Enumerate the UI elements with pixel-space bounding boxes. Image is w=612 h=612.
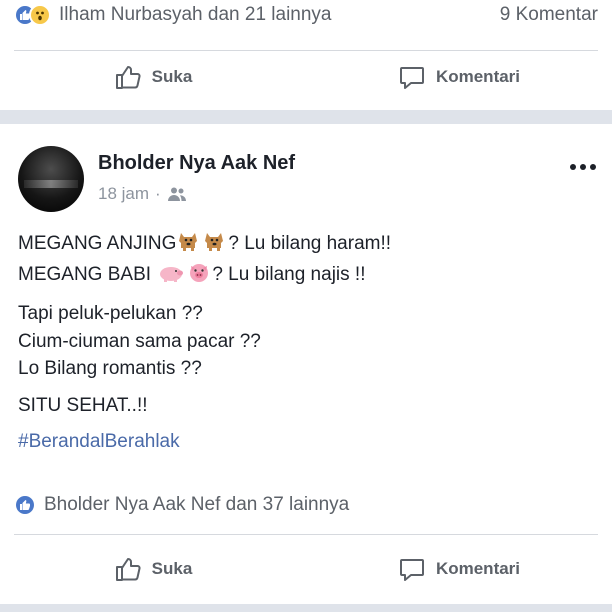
post-text: ? Lu bilang haram!! (228, 233, 392, 254)
comment-button[interactable]: Komentari (306, 52, 612, 102)
post-card-previous: Ilham Nurbasyah dan 21 lainnya 9 Komenta… (0, 0, 612, 110)
comment-count[interactable]: 9 Komentar (500, 4, 598, 26)
hashtag-link[interactable]: #BerandalBerahlak (18, 428, 594, 456)
action-row: Suka Komentari (0, 52, 612, 102)
like-button[interactable]: Suka (0, 52, 306, 102)
divider (14, 534, 598, 535)
friends-icon (167, 187, 186, 201)
post-timestamp[interactable]: 18 jam (98, 184, 149, 204)
comment-bubble-icon (399, 67, 424, 89)
post-line: Cium-ciuman sama pacar ?? (18, 330, 261, 352)
like-button-label: Suka (151, 67, 193, 86)
post-text: MEGANG ANJING (18, 233, 177, 254)
post-text: ? Lu bilang najis !! (212, 263, 366, 285)
reaction-icons[interactable] (14, 4, 51, 26)
action-row: Suka Komentari (0, 544, 612, 594)
comment-button[interactable]: Komentari (306, 544, 612, 594)
post-body: MEGANG ANJING ? Lu bilang haram!! MEGANG … (18, 230, 594, 456)
post-meta: 18 jam · (98, 184, 187, 204)
post-line: MEGANG BABI ? Lu bilang najis !! (18, 261, 594, 292)
meta-separator: · (155, 184, 161, 203)
post-text: MEGANG BABI (18, 263, 152, 285)
divider (14, 50, 598, 51)
post-line: SITU SEHAT..!! (18, 394, 148, 416)
more-options-icon[interactable] (570, 164, 596, 170)
pig-emoji (187, 261, 211, 292)
wow-reaction-icon (29, 4, 51, 26)
post-card: Bholder Nya Aak Nef 18 jam · MEGANG ANJI… (0, 124, 612, 604)
dog-emoji (203, 230, 227, 261)
author-name[interactable]: Bholder Nya Aak Nef (98, 152, 295, 175)
post-line: Tapi peluk-pelukan ?? (18, 303, 203, 325)
comment-button-label: Komentari (435, 559, 521, 578)
like-button-label: Suka (151, 559, 193, 578)
reaction-summary[interactable]: Ilham Nurbasyah dan 21 lainnya (59, 4, 500, 26)
reactions-row: Ilham Nurbasyah dan 21 lainnya 9 Komenta… (14, 0, 598, 30)
avatar[interactable] (18, 146, 84, 212)
reaction-icons[interactable] (14, 494, 36, 516)
reactions-row: Bholder Nya Aak Nef dan 37 lainnya (14, 490, 598, 520)
like-button[interactable]: Suka (0, 544, 306, 594)
post-line: MEGANG ANJING ? Lu bilang haram!! (18, 230, 594, 261)
thumbs-up-icon (115, 558, 141, 581)
post-header: Bholder Nya Aak Nef 18 jam · (18, 146, 596, 216)
dog-emoji (177, 230, 201, 261)
post-line: Lo Bilang romantis ?? (18, 358, 202, 380)
like-reaction-icon (14, 494, 36, 516)
reaction-summary[interactable]: Bholder Nya Aak Nef dan 37 lainnya (44, 494, 598, 516)
comment-button-label: Komentari (435, 67, 521, 86)
pig-emoji (157, 263, 185, 292)
thumbs-up-icon (115, 66, 141, 89)
comment-bubble-icon (399, 559, 424, 581)
